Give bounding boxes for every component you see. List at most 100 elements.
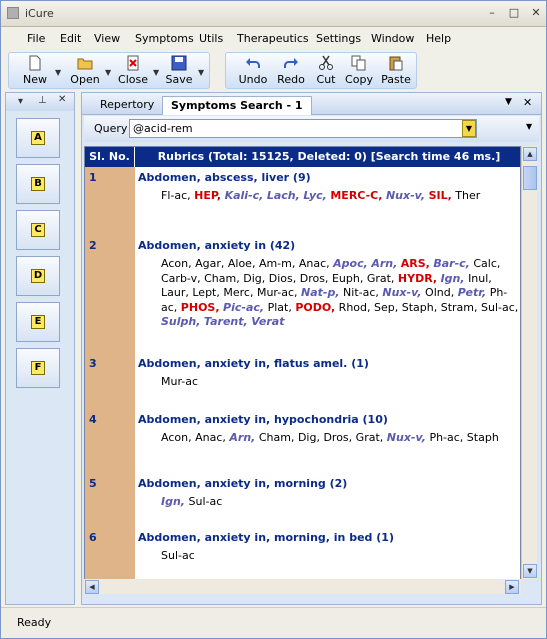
remedy[interactable]: HEP, — [194, 189, 221, 202]
rubrics-header[interactable]: Rubrics (Total: 15125, Deleted: 0) [Sear… — [136, 147, 520, 167]
remedy[interactable]: Lyc, — [303, 189, 327, 202]
cut-button[interactable]: Cut — [312, 55, 340, 89]
remedy[interactable]: Euph, — [332, 272, 363, 285]
remedy[interactable]: Nit-ac, — [343, 286, 379, 299]
rubric-title[interactable]: Abdomen, anxiety in, flatus amel. (1) — [138, 357, 369, 370]
remedy[interactable]: Sep, — [374, 301, 398, 314]
remedy[interactable]: Mur-ac, — [257, 286, 298, 299]
remedy[interactable]: Anac, — [299, 257, 330, 270]
rubric-title[interactable]: Abdomen, anxiety in, morning, in bed (1) — [138, 531, 394, 544]
remedy[interactable]: Sulph, — [161, 315, 200, 328]
remedy[interactable]: Grat, — [367, 272, 395, 285]
close-dropdown-icon[interactable]: ▼ — [153, 68, 161, 77]
letter-button-e[interactable]: E — [16, 302, 60, 342]
remedy[interactable]: Apoc, — [333, 257, 368, 270]
minimize-button[interactable]: – — [484, 6, 500, 20]
remedy[interactable]: Inul, — [468, 272, 492, 285]
remedy[interactable]: SIL, — [429, 189, 452, 202]
remedy[interactable]: PHOS, — [181, 301, 220, 314]
remedy[interactable]: Grat, — [356, 431, 384, 444]
remedy[interactable]: ARS, — [401, 257, 430, 270]
remedy[interactable]: Plat, — [268, 301, 292, 314]
remedy[interactable]: Olnd, — [425, 286, 454, 299]
remedy[interactable]: Dig, — [298, 431, 320, 444]
remedy[interactable]: Kali-c, — [225, 189, 264, 202]
tab-list-dropdown-icon[interactable]: ▼ — [505, 97, 512, 107]
remedy[interactable]: Ign, — [161, 495, 185, 508]
remedy[interactable]: Tarent, — [204, 315, 248, 328]
remedy[interactable]: Nat-p, — [301, 286, 340, 299]
remedy[interactable]: Nux-v, — [386, 189, 425, 202]
scroll-down-icon[interactable]: ▼ — [523, 564, 537, 578]
remedy[interactable]: Dig, — [243, 272, 265, 285]
remedy[interactable]: Dros, — [300, 272, 329, 285]
remedy[interactable]: Acon, — [161, 257, 192, 270]
rubric-title[interactable]: Abdomen, anxiety in, hypochondria (10) — [138, 413, 388, 426]
remedy[interactable]: MERC-C, — [330, 189, 382, 202]
scroll-right-icon[interactable]: ▶ — [505, 580, 519, 594]
open-button[interactable]: Open — [65, 55, 105, 89]
remedy[interactable]: Acon, — [161, 431, 192, 444]
remedy[interactable]: Anac, — [195, 431, 226, 444]
close-button[interactable]: Close — [113, 55, 153, 89]
letter-button-c[interactable]: C — [16, 210, 60, 250]
remedy[interactable]: Pic-ac, — [223, 301, 264, 314]
remedy[interactable]: Staph, — [402, 301, 438, 314]
remedy[interactable]: Calc, — [473, 257, 500, 270]
remedy[interactable]: Nux-v, — [382, 286, 421, 299]
remedy[interactable]: Staph — [467, 431, 499, 444]
remedy[interactable]: Sul-ac, — [481, 301, 518, 314]
remedy[interactable]: Verat — [251, 315, 284, 328]
tab-repertory[interactable]: Repertory — [92, 96, 162, 115]
remedy[interactable]: Dros, — [323, 431, 352, 444]
remedy[interactable]: Petr, — [458, 286, 486, 299]
letter-button-b[interactable]: B — [16, 164, 60, 204]
letter-button-d[interactable]: D — [16, 256, 60, 296]
sl-no-header[interactable]: Sl. No. — [85, 147, 135, 167]
query-input[interactable]: @acid-rem — [129, 119, 477, 138]
menu-file[interactable]: File — [27, 32, 45, 45]
remedy[interactable]: Am-m, — [259, 257, 295, 270]
remedy[interactable]: Arn, — [229, 431, 255, 444]
remedy[interactable]: Lept, — [192, 286, 220, 299]
scroll-up-icon[interactable]: ▲ — [523, 147, 537, 161]
save-button[interactable]: Save — [161, 55, 197, 89]
rubric-title[interactable]: Abdomen, abscess, liver (9) — [138, 171, 311, 184]
remedy[interactable]: Carb-v, — [161, 272, 201, 285]
remedy[interactable]: Ther — [455, 189, 480, 202]
remedy[interactable]: Cham, — [259, 431, 295, 444]
remedy[interactable]: PODO, — [295, 301, 335, 314]
remedy[interactable]: Sul-ac — [188, 495, 222, 508]
menu-view[interactable]: View — [94, 32, 120, 45]
panel-dropdown-icon[interactable]: ▾ — [18, 96, 23, 107]
query-dropdown-button[interactable]: ▼ — [462, 120, 476, 137]
vertical-scroll-thumb[interactable] — [523, 166, 537, 190]
panel-close-icon[interactable]: ✕ — [58, 94, 66, 105]
menu-therapeutics[interactable]: Therapeutics — [237, 32, 309, 45]
remedy[interactable]: Agar, — [195, 257, 224, 270]
undo-button[interactable]: Undo — [236, 55, 270, 89]
tab-symptoms-search[interactable]: Symptoms Search - 1 — [162, 96, 312, 115]
remedy[interactable]: Lach, — [267, 189, 300, 202]
redo-button[interactable]: Redo — [274, 55, 308, 89]
remedy[interactable]: Nux-v, — [387, 431, 426, 444]
rubric-title[interactable]: Abdomen, anxiety in (42) — [138, 239, 295, 252]
remedy[interactable]: Sul-ac — [161, 549, 195, 562]
menu-edit[interactable]: Edit — [60, 32, 81, 45]
remedy[interactable]: Stram, — [441, 301, 478, 314]
new-dropdown-icon[interactable]: ▼ — [55, 68, 63, 77]
remedy[interactable]: Mur-ac — [161, 375, 198, 388]
horizontal-scrollbar[interactable]: ◀ ▶ — [84, 579, 521, 594]
paste-button[interactable]: Paste — [378, 55, 414, 89]
rubric-title[interactable]: Abdomen, anxiety in, morning (2) — [138, 477, 347, 490]
close-window-button[interactable]: ✕ — [528, 6, 544, 20]
menu-help[interactable]: Help — [426, 32, 451, 45]
query-options-icon[interactable]: ▼ — [526, 122, 532, 131]
letter-button-a[interactable]: A — [16, 118, 60, 158]
remedy[interactable]: Ph-ac, — [429, 431, 463, 444]
tab-close-icon[interactable]: ✕ — [523, 96, 532, 109]
remedy[interactable]: Fl-ac, — [161, 189, 191, 202]
menu-settings[interactable]: Settings — [316, 32, 361, 45]
remedy[interactable]: HYDR, — [398, 272, 437, 285]
vertical-scrollbar[interactable]: ▲ ▼ — [521, 146, 537, 579]
